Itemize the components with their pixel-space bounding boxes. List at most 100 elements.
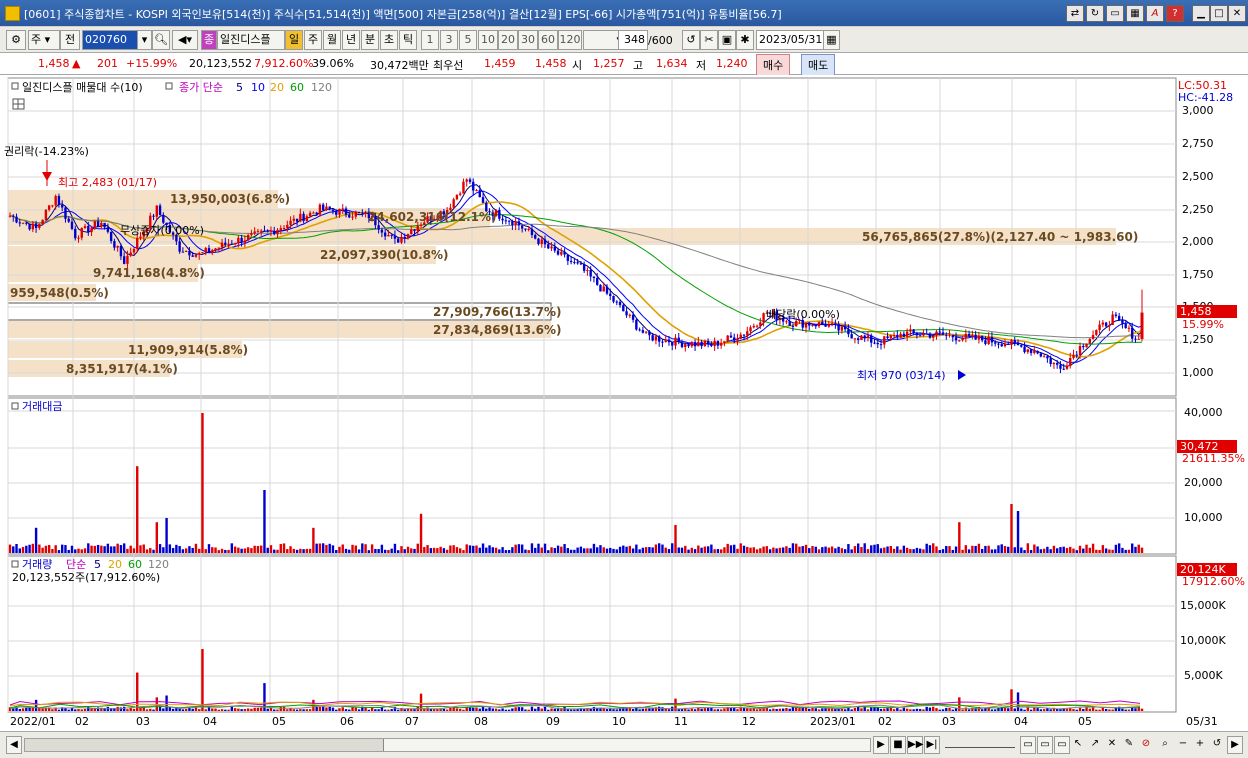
font-icon[interactable]: A — [1146, 5, 1164, 22]
link-icon[interactable]: ⇄ — [1066, 5, 1084, 22]
dividend-annotation: 배당락(0.00%) — [766, 308, 840, 321]
market-select[interactable]: 주 ▾ — [28, 30, 60, 50]
save-icon[interactable]: ▣ — [718, 30, 736, 50]
vp-label-1: 9,741,168(4.8%) — [93, 266, 205, 280]
minute-3-button[interactable]: 3 — [440, 30, 458, 50]
cross-tool-icon[interactable]: ✕ — [1105, 736, 1119, 752]
volume-ma-label: 단순 — [66, 558, 86, 571]
code-dropdown-icon[interactable]: ▾ — [137, 30, 152, 50]
quote-bar: 1,458 ▲ 201 +15.99% 20,123,552 7,912.60%… — [0, 53, 1248, 75]
scroll-left-icon[interactable]: ◀ — [6, 736, 22, 754]
amt-tick-40000: 40,000 — [1184, 406, 1223, 419]
vp-label-7: 27,834,869(13.6%) — [433, 323, 562, 337]
help-icon[interactable]: ? — [1166, 5, 1184, 22]
count-input[interactable]: 348 — [618, 30, 648, 50]
custom-period-select[interactable]: ▾ — [583, 30, 623, 50]
zoom-out-icon[interactable]: − — [1176, 736, 1190, 752]
amt-tick-10000: 10,000 — [1184, 511, 1223, 524]
end-icon[interactable]: ▶| — [924, 736, 940, 754]
y-tick-2750: 2,750 — [1182, 137, 1214, 150]
period-tick-button[interactable]: 틱 — [399, 30, 417, 50]
ma-label: 종가 단순 — [179, 81, 223, 94]
prev-button[interactable]: 전 — [60, 30, 80, 50]
vp-label-4: 24,602,316(12.1%) — [368, 210, 497, 224]
chart-area[interactable]: 959,548(0.5%) 9,741,168(4.8%) 13,950,003… — [0, 75, 1248, 731]
maximize-button[interactable]: □ — [1210, 5, 1228, 22]
low-label: 저 — [696, 57, 706, 73]
play-icon[interactable]: ▶ — [873, 736, 889, 754]
volume-panel[interactable] — [8, 556, 1176, 712]
refresh-icon[interactable]: ↻ — [1086, 5, 1104, 22]
stop-icon[interactable]: ■ — [890, 736, 906, 754]
minute-20-button[interactable]: 20 — [498, 30, 518, 50]
close-button[interactable]: ✕ — [1228, 5, 1246, 22]
chart-scrollbar[interactable] — [24, 738, 871, 752]
save-screen-icon[interactable]: ▦ — [1126, 5, 1144, 22]
scroll-right-icon[interactable]: ▶ — [1227, 736, 1243, 754]
clear-icon[interactable]: ⊘ — [1139, 736, 1153, 752]
vol-tick-15000: 15,000K — [1180, 599, 1226, 612]
magnify-icon[interactable]: ⌕ — [1158, 736, 1172, 752]
minute-120-button[interactable]: 120 — [558, 30, 582, 50]
volume-ratio-text: 17912.60% — [1182, 575, 1245, 588]
calendar-icon[interactable]: ▦ — [823, 30, 840, 50]
layout-icon-2[interactable]: ▭ — [1037, 736, 1053, 754]
zoom-in-icon[interactable]: + — [1193, 736, 1207, 752]
volume-ratio: 7,912.60% — [254, 57, 313, 70]
chart-toolbar: ⚙ 주 ▾ 전 020760 ▾ 🔍︎ ◀▾ 종 일진디스플 일 주 월 년 분… — [0, 27, 1248, 53]
tool-icon[interactable]: ✂ — [700, 30, 718, 50]
vol-tick-10000: 10,000K — [1180, 634, 1226, 647]
stock-type-badge: 종 — [201, 30, 217, 50]
x-tick-label: 05 — [1078, 715, 1092, 728]
x-tick-label: 10 — [612, 715, 626, 728]
reset-icon[interactable]: ↺ — [682, 30, 700, 50]
layout-icon-1[interactable]: ▭ — [1020, 736, 1036, 754]
amount-panel[interactable] — [8, 398, 1176, 554]
best-ask: 1,459 — [484, 57, 516, 70]
scroll-thumb[interactable] — [383, 739, 870, 751]
best-bid: 1,458 — [535, 57, 567, 70]
minute-30-button[interactable]: 30 — [518, 30, 538, 50]
y-tick-1250: 1,250 — [1182, 333, 1214, 346]
period-month-button[interactable]: 월 — [323, 30, 341, 50]
window-icon[interactable]: ▭ — [1106, 5, 1124, 22]
speaker-icon[interactable]: ◀▾ — [172, 30, 198, 50]
date-input[interactable]: 2023/05/31 — [756, 30, 826, 50]
sell-button[interactable]: 매도 — [801, 54, 835, 76]
zoom-slider[interactable] — [945, 741, 1015, 748]
gear-icon[interactable]: ✱ — [736, 30, 754, 50]
minute-5-button[interactable]: 5 — [459, 30, 477, 50]
period-year-button[interactable]: 년 — [342, 30, 360, 50]
open-price: 1,257 — [593, 57, 625, 70]
stock-code-input[interactable]: 020760 — [82, 30, 138, 50]
buy-button[interactable]: 매수 — [756, 54, 790, 76]
window-titlebar: [0601] 주식종합차트 - KOSPI 외국인보유[514(천)] 주식수[… — [0, 0, 1248, 26]
app-icon — [5, 6, 20, 21]
minute-1-button[interactable]: 1 — [421, 30, 439, 50]
x-tick-label: 2023/01 — [810, 715, 856, 728]
fast-forward-icon[interactable]: ▶▶ — [907, 736, 923, 754]
layout-icon-3[interactable]: ▭ — [1054, 736, 1070, 754]
x-tick-label: 08 — [474, 715, 488, 728]
period-day-button[interactable]: 일 — [285, 30, 303, 50]
period-second-button[interactable]: 초 — [380, 30, 398, 50]
line-tool-icon[interactable]: ↗ — [1088, 736, 1102, 752]
navigation-bar: ◀ ▶ ■ ▶▶ ▶| ▭ ▭ ▭ ↖ ↗ ✕ ✎ ⊘ ⌕ − + ↺ ▶ — [0, 731, 1248, 758]
open-label: 시 — [572, 57, 582, 73]
reset-zoom-icon[interactable]: ↺ — [1210, 736, 1224, 752]
minute-60-button[interactable]: 60 — [538, 30, 558, 50]
period-minute-button[interactable]: 분 — [361, 30, 379, 50]
turnover-pct: 39.06% — [312, 57, 354, 70]
minute-10-button[interactable]: 10 — [478, 30, 498, 50]
chart-settings-icon[interactable]: ⚙ — [6, 30, 26, 50]
period-week-button[interactable]: 주 — [304, 30, 322, 50]
minimize-button[interactable]: ▁ — [1192, 5, 1210, 22]
count-total: /600 — [648, 34, 673, 47]
bonus-annotation: 무상증자(0.00%) — [120, 224, 204, 237]
arrow-tool-icon[interactable]: ↖ — [1071, 736, 1085, 752]
pen-tool-icon[interactable]: ✎ — [1122, 736, 1136, 752]
amount-ratio-text: 21611.35% — [1182, 452, 1245, 465]
price-change: 201 — [97, 57, 118, 70]
search-icon[interactable]: 🔍︎ — [152, 30, 170, 50]
x-tick-label: 05/31 — [1186, 715, 1218, 728]
